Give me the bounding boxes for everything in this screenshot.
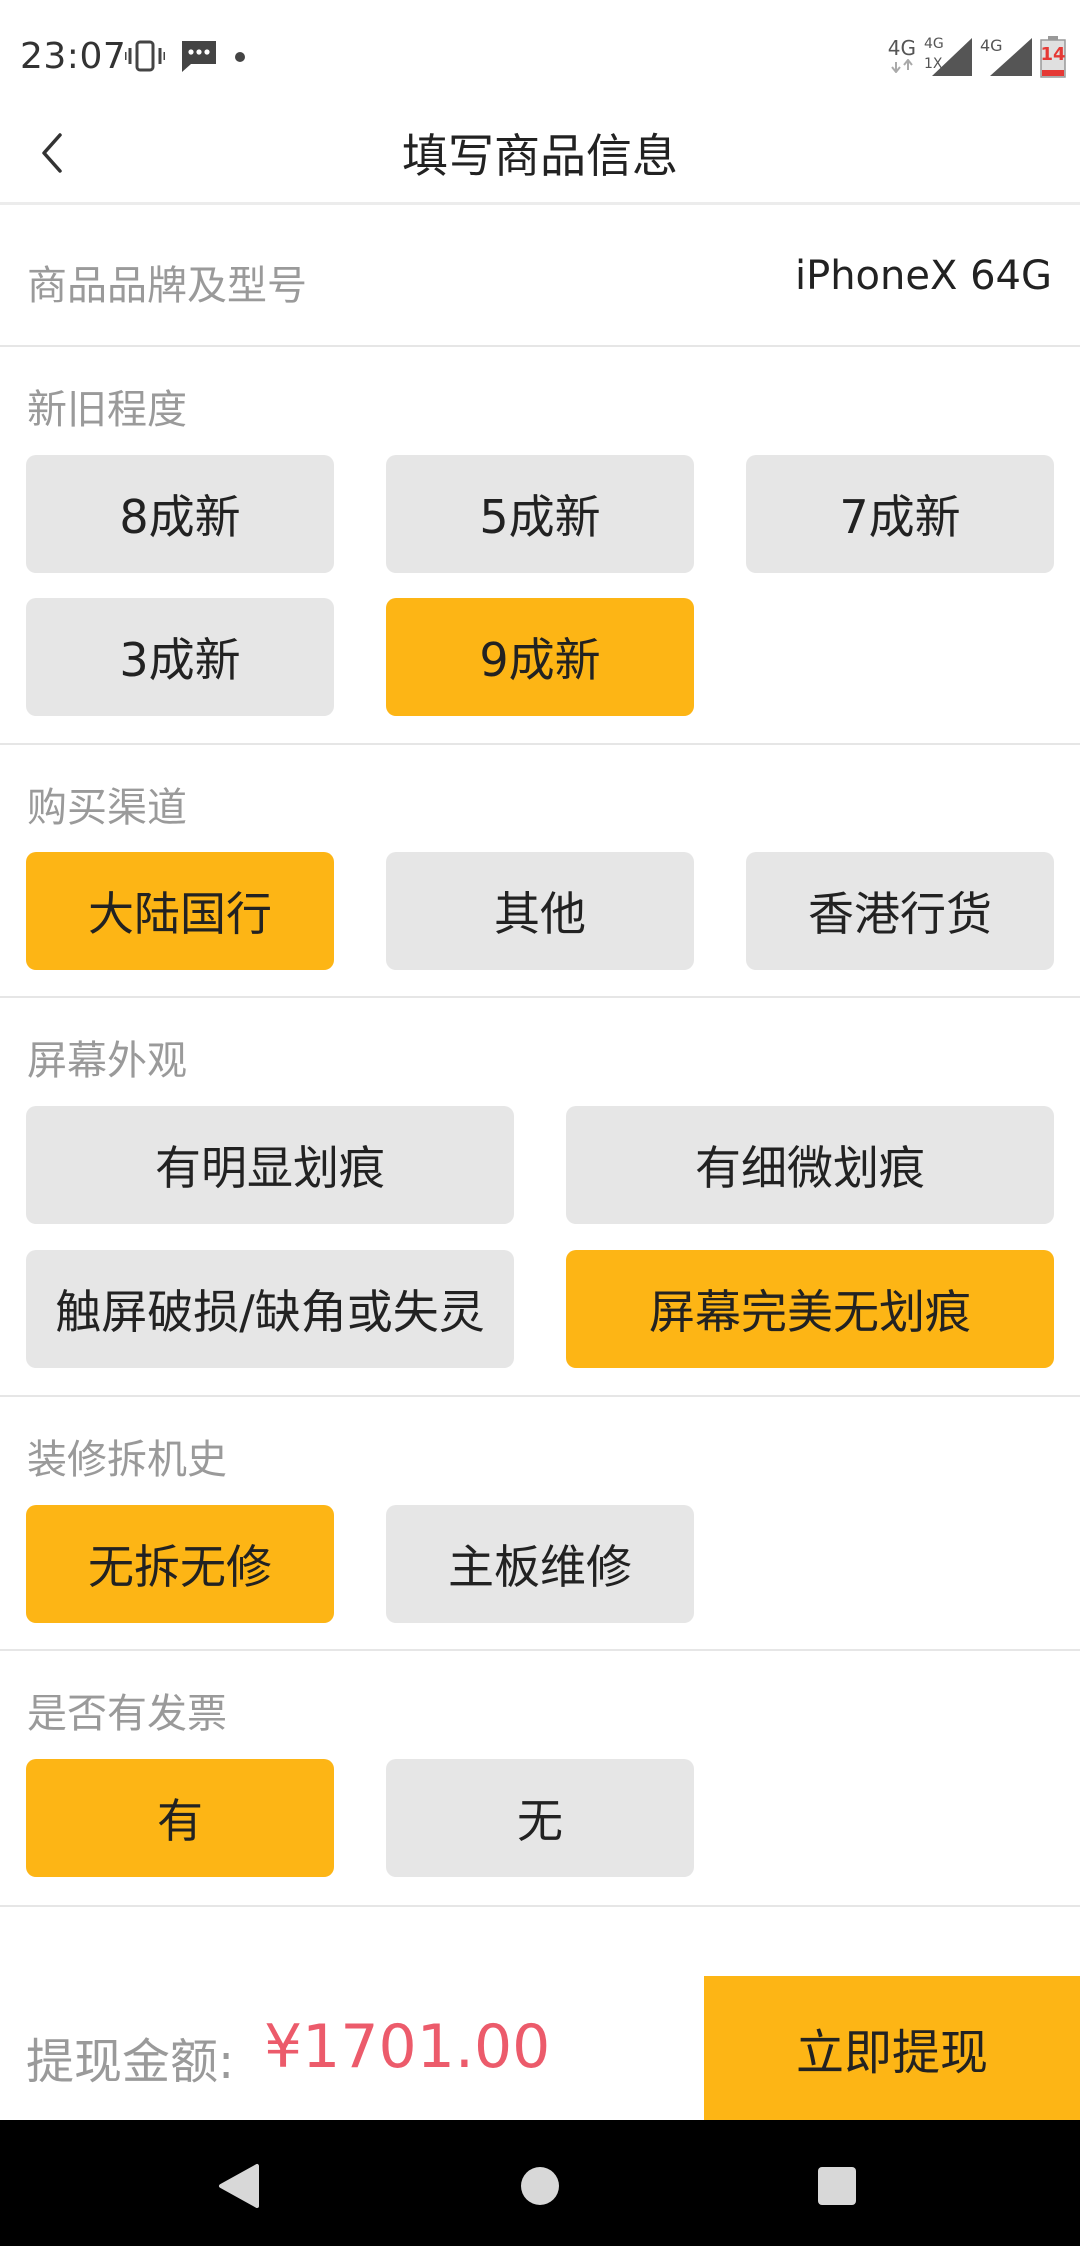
header: 填写商品信息 <box>0 110 1080 205</box>
screen-option-minor-scratches[interactable]: 有细微划痕 <box>566 1106 1054 1224</box>
invoice-option-no[interactable]: 无 <box>386 1759 694 1877</box>
network-label-1: 4G <box>887 35 916 60</box>
invoice-title: 是否有发票 <box>27 1691 227 1737</box>
amount-label: 提现金额: <box>26 2034 235 2090</box>
nav-recent-button[interactable] <box>807 2158 867 2218</box>
repair-section: 装修拆机史 无拆无修 主板维修 <box>0 1397 1080 1651</box>
screen-section: 屏幕外观 有明显划痕 有细微划痕 触屏破损/缺角或失灵 屏幕完美无划痕 <box>0 998 1080 1397</box>
condition-section: 新旧程度 8成新 5成新 7成新 3成新 9成新 <box>0 347 1080 745</box>
condition-option-9[interactable]: 9成新 <box>386 598 694 716</box>
status-icons-left <box>123 38 247 78</box>
page-title: 填写商品信息 <box>402 129 678 183</box>
circle-home-icon <box>518 2164 562 2212</box>
status-time: 23:07 <box>20 36 127 77</box>
screen-option-obvious-scratches[interactable]: 有明显划痕 <box>26 1106 514 1224</box>
invoice-option-yes[interactable]: 有 <box>26 1759 334 1877</box>
notification-dot-icon <box>233 49 247 68</box>
channel-section: 购买渠道 大陆国行 其他 香港行货 <box>0 745 1080 998</box>
back-button[interactable] <box>16 120 86 190</box>
channel-option-mainland[interactable]: 大陆国行 <box>26 852 334 970</box>
condition-title: 新旧程度 <box>27 387 187 433</box>
battery-level: 14 <box>1040 44 1066 65</box>
chevron-left-icon <box>36 131 66 179</box>
nav-home-button[interactable] <box>510 2158 570 2218</box>
screen-title: 屏幕外观 <box>27 1038 187 1084</box>
bottom-bar: 提现金额: ¥1701.00 立即提现 <box>0 1976 1080 2120</box>
battery-icon: 14 <box>1040 36 1066 78</box>
condition-option-3[interactable]: 3成新 <box>26 598 334 716</box>
screen-option-perfect[interactable]: 屏幕完美无划痕 <box>566 1250 1054 1368</box>
navigation-bar <box>0 2120 1080 2246</box>
signal-icon <box>932 38 972 80</box>
signal-icon-2 <box>990 38 1032 80</box>
withdraw-button[interactable]: 立即提现 <box>704 1976 1080 2120</box>
condition-option-7[interactable]: 7成新 <box>746 455 1054 573</box>
vibrate-icon <box>123 39 167 77</box>
network-indicator-2: 4G 1X <box>924 36 972 78</box>
status-icons-right: 4G 4G 1X 4G 14 <box>888 36 1066 78</box>
nav-back-button[interactable] <box>209 2158 269 2218</box>
network-indicator-1: 4G <box>888 38 916 77</box>
channel-option-hongkong[interactable]: 香港行货 <box>746 852 1054 970</box>
network-indicator-3: 4G <box>980 36 1032 78</box>
brand-model-row[interactable]: 商品品牌及型号 iPhoneX 64G <box>0 205 1080 347</box>
condition-option-5[interactable]: 5成新 <box>386 455 694 573</box>
invoice-section: 是否有发票 有 无 <box>0 1651 1080 1907</box>
data-arrows-icon <box>889 57 915 77</box>
amount-value: ¥1701.00 <box>264 2012 551 2082</box>
repair-option-none[interactable]: 无拆无修 <box>26 1505 334 1623</box>
condition-option-8[interactable]: 8成新 <box>26 455 334 573</box>
square-recent-icon <box>816 2165 858 2211</box>
repair-option-mainboard[interactable]: 主板维修 <box>386 1505 694 1623</box>
channel-option-other[interactable]: 其他 <box>386 852 694 970</box>
screen-option-broken[interactable]: 触屏破损/缺角或失灵 <box>26 1250 514 1368</box>
brand-model-label: 商品品牌及型号 <box>27 263 307 309</box>
message-icon <box>179 38 219 78</box>
triangle-back-icon <box>217 2162 261 2214</box>
channel-title: 购买渠道 <box>27 785 187 831</box>
brand-model-value: iPhoneX 64G <box>794 253 1052 299</box>
status-bar: 23:07 4G 4G 1X 4G 14 <box>0 0 1080 110</box>
repair-title: 装修拆机史 <box>27 1437 227 1483</box>
